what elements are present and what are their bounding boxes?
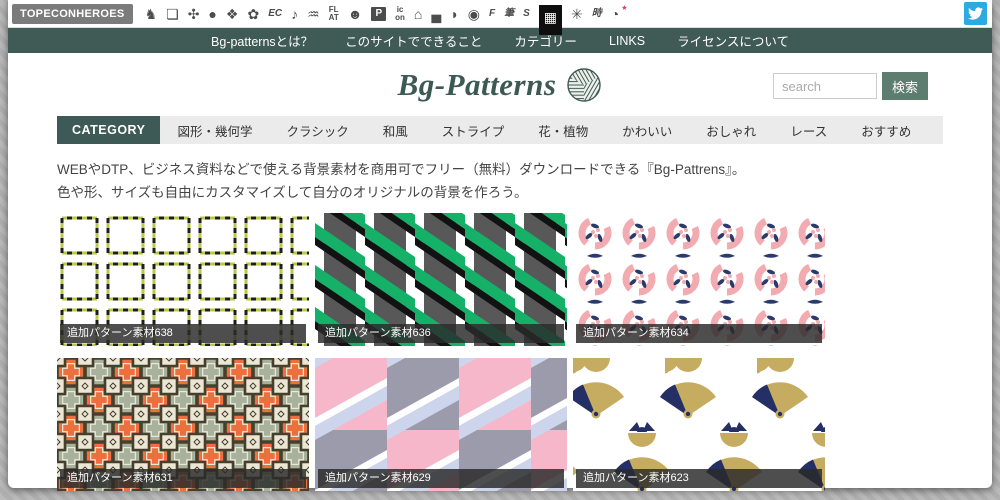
icon-text-icon[interactable]: ic on — [395, 5, 405, 21]
toolbar-icon-row: ♞ ❏ ✣ ● ❖ ✿ EC ♪ ♒ FL AT ☻ Pic on ⌂ ▄ ◗ ◉ F 筆 S ▦ ✳ 時 ◔ ★ — [145, 5, 628, 35]
tab-3[interactable]: 和風 — [366, 116, 425, 144]
pattern-card-p623[interactable]: 追加パターン素材623 — [573, 358, 825, 491]
category-tabbar: CATEGORY 図形・幾何学 クラシック 和風 ストライプ 花・植物 かわいい おしゃれ レー… — [57, 116, 943, 144]
tab-5[interactable]: 花・植物 — [521, 116, 605, 144]
pattern-caption: 追加パターン素材631 — [60, 469, 306, 488]
sphere-icon[interactable]: ◉ — [468, 7, 480, 21]
intro-line-2: 色や形、サイズも自由にカスタマイズして自分のオリジナルの背景を作ろう。 — [57, 185, 528, 200]
tab-6[interactable]: かわいい — [605, 116, 689, 144]
clock-icon[interactable]: ◔ — [611, 7, 619, 21]
pattern-caption: 追加パターン素材634 — [576, 324, 822, 343]
top-toolbar: TOPECONHEROES ♞ ❏ ✣ ● ❖ ✿ EC ♪ ♒ FL AT ☻ Pic on ⌂ ▄ ◗ ◉… — [8, 0, 992, 35]
flat-icon[interactable]: FL AT — [329, 5, 339, 21]
tab-2[interactable]: クラシック — [269, 116, 365, 144]
pattern-card-p629[interactable]: 追加パターン素材629 — [315, 358, 567, 491]
site-header: Bg-Patterns search 検索 — [8, 53, 992, 116]
screenshot-root: { "toolbar": { "brand": "TOPECONHEROES",… — [0, 0, 1000, 500]
pattern-card-p631[interactable]: 追加パターン素材631 — [57, 358, 309, 491]
intro-line-1: WEBやDTP、ビジネス資料などで使える背景素材を商用可でフリー（無料）ダウンロ… — [57, 162, 746, 177]
twitter-bird-icon — [968, 7, 983, 20]
speech-bubble-icon[interactable]: ● — [208, 7, 216, 21]
nav-item-0[interactable]: Bg-patternsとは？ — [211, 31, 313, 50]
copy-icon[interactable]: ❏ — [166, 7, 179, 21]
nav-item-1[interactable]: このサイトでできること — [345, 31, 482, 50]
bg-patterns-grid-icon[interactable]: ▦ — [538, 5, 563, 35]
tab-category[interactable]: CATEGORY — [57, 116, 161, 144]
sofa-icon[interactable]: ▄ — [431, 7, 441, 21]
pattern-card-p638[interactable]: 追加パターン素材638 — [57, 213, 309, 346]
ec-icon[interactable]: EC — [268, 8, 282, 19]
flower-icon[interactable]: ✿ — [247, 7, 259, 21]
logo-knot-icon — [567, 67, 602, 102]
brush-kanji-icon[interactable]: 筆 — [504, 8, 514, 19]
pattern-caption: 追加パターン素材638 — [60, 324, 306, 343]
intro-text: WEBやDTP、ビジネス資料などで使える背景素材を商用可でフリー（無料）ダウンロ… — [57, 158, 943, 204]
twitter-icon[interactable] — [964, 2, 987, 25]
smiley-icon[interactable]: ☻ — [348, 7, 363, 21]
stamp-icon[interactable]: ❖ — [226, 7, 239, 21]
person-icon[interactable]: ✣ — [188, 7, 200, 21]
logo-text: Bg-Patterns — [397, 66, 557, 102]
music-note-icon[interactable]: ♪ — [291, 7, 298, 21]
bird-icon[interactable]: ◗ — [450, 7, 458, 21]
f-letter-icon[interactable]: F — [489, 8, 495, 19]
s-letter-icon[interactable]: S — [523, 8, 530, 19]
star-badge-icon[interactable]: ★ — [621, 5, 627, 12]
p-square-icon[interactable]: P — [371, 6, 387, 21]
nav-item-3[interactable]: LINKS — [609, 34, 645, 48]
building-icon[interactable]: ⌂ — [414, 7, 422, 21]
page: TOPECONHEROES ♞ ❏ ✣ ● ❖ ✿ EC ♪ ♒ FL AT ☻ Pic on ⌂ ▄ ◗ ◉… — [8, 0, 992, 491]
pattern-caption: 追加パターン素材629 — [318, 469, 564, 488]
tab-8[interactable]: レース — [773, 116, 844, 144]
tab-9[interactable]: おすすめ — [844, 116, 928, 144]
rays-icon[interactable]: ✳ — [571, 7, 583, 21]
tab-4[interactable]: ストライプ — [425, 116, 522, 144]
pattern-card-p634[interactable]: 追加パターン素材634 — [573, 213, 825, 346]
tab-7[interactable]: おしゃれ — [689, 116, 773, 144]
search-area: 検索 — [772, 72, 928, 100]
main-navbar: Bg-patternsとは？ このサイトでできること カテゴリー LINKS ライセンス… — [8, 28, 992, 53]
line-wave-icon[interactable]: ♒ — [307, 7, 320, 21]
boar-icon[interactable]: ♞ — [145, 7, 158, 21]
search-input[interactable] — [772, 73, 877, 99]
search-button[interactable]: 検索 — [881, 72, 928, 100]
pattern-grid: 追加パターン素材638 追加パターン素材636 追加パターン素材634 追加パタ… — [57, 213, 943, 491]
pattern-caption: 追加パターン素材636 — [318, 324, 564, 343]
tab-1[interactable]: 図形・幾何学 — [160, 116, 269, 144]
pattern-card-p636[interactable]: 追加パターン素材636 — [315, 213, 567, 346]
pattern-caption: 追加パターン素材623 — [576, 469, 822, 488]
nav-item-4[interactable]: ライセンスについて — [677, 31, 789, 50]
topeconheroes-logo[interactable]: TOPECONHEROES — [12, 3, 133, 24]
toki-kanji-icon[interactable]: 時 — [592, 8, 602, 19]
